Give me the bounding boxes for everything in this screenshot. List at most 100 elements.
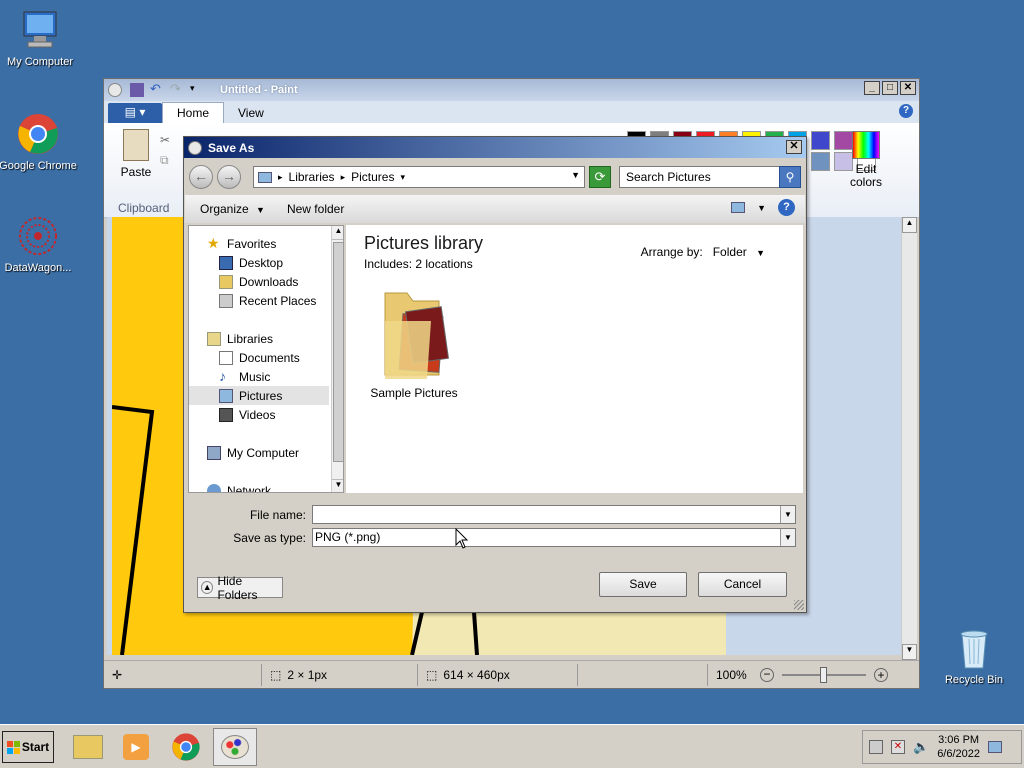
crosshair-icon: ✛ [112, 667, 123, 682]
nav-documents[interactable]: Documents [219, 348, 300, 367]
canvas-vertical-scrollbar[interactable]: ▲ ▼ [901, 217, 917, 660]
system-tray: ✕ 🔈 3:06 PM 6/6/2022 [862, 730, 1022, 764]
file-list-pane[interactable]: Pictures library Includes: 2 locations A… [346, 225, 803, 493]
folder-sample-pictures[interactable]: Sample Pictures [370, 287, 458, 400]
paste-label: Paste [120, 165, 152, 179]
arrange-dropdown[interactable]: Folder ▼ [713, 245, 765, 259]
nav-videos[interactable]: Videos [219, 405, 275, 424]
selection-icon: ⬚ [270, 667, 282, 682]
view-dropdown-icon[interactable]: ▼ [757, 203, 766, 213]
desktop-icon-chrome[interactable]: Google Chrome [0, 112, 78, 172]
nav-music[interactable]: ♪ Music [219, 367, 270, 386]
nav-scrollbar[interactable]: ▲ ▼ [331, 226, 343, 492]
desktop-icon-recycle-bin[interactable]: Recycle Bin [934, 626, 1014, 686]
taskbar-media-player[interactable]: ▶ [114, 728, 158, 766]
taskbar-paint[interactable] [213, 728, 257, 766]
search-icon[interactable]: ⚲ [779, 166, 801, 188]
arrange-value: Folder [712, 245, 747, 259]
help-icon[interactable]: ? [899, 104, 913, 118]
scroll-down-arrow[interactable]: ▼ [332, 479, 343, 492]
color-swatch[interactable] [811, 152, 830, 171]
forward-button[interactable]: → [217, 165, 241, 189]
nav-my-computer[interactable]: My Computer [207, 443, 299, 462]
breadcrumb-separator-icon[interactable]: ▸ [341, 172, 346, 183]
libraries-icon [207, 331, 221, 346]
view-options-icon[interactable] [731, 202, 746, 213]
nav-libraries[interactable]: Libraries [207, 329, 273, 348]
network-icon [207, 483, 221, 492]
nav-favorites[interactable]: ★ Favorites [207, 234, 276, 253]
zoom-in-button[interactable]: + [874, 667, 888, 682]
scroll-thumb[interactable] [333, 242, 343, 462]
breadcrumb-pictures[interactable]: Pictures [351, 170, 394, 184]
maximize-button[interactable]: □ [882, 81, 898, 95]
volume-icon[interactable]: 🔈 [913, 739, 929, 755]
copy-icon[interactable]: ⧉ [160, 153, 169, 168]
back-button[interactable]: ← [189, 165, 213, 189]
nav-recent-places[interactable]: Recent Places [219, 291, 316, 310]
breadcrumb-libraries[interactable]: Libraries [289, 170, 335, 184]
chevron-down-icon[interactable]: ▼ [780, 506, 795, 523]
taskbar-explorer[interactable] [66, 728, 110, 766]
edit-colors-button[interactable]: Edit colors [848, 131, 884, 189]
nav-label: Documents [239, 350, 300, 365]
hide-folders-label: Hide Folders [217, 573, 258, 602]
clock[interactable]: 3:06 PM 6/6/2022 [937, 733, 980, 761]
scroll-up-arrow[interactable]: ▲ [332, 226, 343, 240]
search-input[interactable]: Search Pictures ⚲ [619, 166, 801, 188]
file-name-input[interactable]: ▼ [312, 505, 796, 524]
refresh-button[interactable]: ⟳ [589, 166, 611, 188]
nav-downloads[interactable]: Downloads [219, 272, 298, 291]
taskbar-chrome[interactable] [164, 728, 208, 766]
redo-icon[interactable]: ↷ [170, 82, 184, 97]
scroll-down-arrow[interactable]: ▼ [902, 644, 917, 660]
nav-pictures[interactable]: Pictures [189, 386, 329, 405]
tab-view[interactable]: View [224, 103, 278, 123]
close-button[interactable]: ✕ [900, 81, 916, 95]
hide-folders-button[interactable]: ▲ Hide Folders [197, 574, 283, 602]
save-quick-icon[interactable] [130, 83, 144, 97]
save-button[interactable]: Save [599, 572, 687, 597]
nav-desktop[interactable]: Desktop [219, 253, 283, 272]
new-folder-button[interactable]: New folder [287, 202, 344, 216]
address-bar[interactable]: ▸ Libraries ▸ Pictures ▾ ▼ [253, 166, 585, 188]
clipboard-icon [123, 129, 149, 161]
breadcrumb-separator-icon[interactable]: ▾ [400, 172, 405, 183]
show-desktop-icon[interactable] [988, 741, 1003, 753]
resize-grip-icon[interactable] [794, 600, 804, 610]
desktop-icon-datawagon[interactable]: DataWagon... [0, 214, 78, 274]
paste-button[interactable]: Paste [116, 129, 156, 179]
chevron-down-icon[interactable]: ▼ [780, 529, 795, 546]
dialog-close-button[interactable]: ✕ [786, 140, 802, 154]
address-dropdown-icon[interactable]: ▼ [571, 170, 580, 180]
paint-app-icon[interactable] [108, 83, 122, 97]
paint-menu-button[interactable]: ▤ ▾ [108, 103, 162, 123]
clipboard-group-label: Clipboard [118, 201, 170, 215]
ribbon-tabs: ▤ ▾ Home View ? [104, 101, 919, 123]
minimize-button[interactable]: _ [864, 81, 880, 95]
save-type-select[interactable]: PNG (*.png) ▼ [312, 528, 796, 547]
paint-statusbar: ✛ ⬚ 2 × 1px ⬚ 614 × 460px 100% − + [104, 660, 919, 688]
organize-button[interactable]: Organize ▼ [200, 202, 265, 216]
help-icon[interactable]: ? [778, 199, 795, 216]
scroll-up-arrow[interactable]: ▲ [902, 217, 917, 233]
zoom-slider[interactable] [782, 666, 866, 683]
zoom-out-button[interactable]: − [760, 667, 774, 682]
color-swatch[interactable] [811, 131, 830, 150]
address-bar-row: ← → ▸ Libraries ▸ Pictures ▾ ▼ ⟳ Search … [189, 164, 801, 190]
nav-network[interactable]: Network [207, 481, 271, 492]
customize-qa-icon[interactable]: ▾ [190, 83, 204, 97]
network-status-icon[interactable]: ✕ [891, 740, 905, 754]
undo-icon[interactable]: ↶ [150, 82, 164, 97]
action-center-icon[interactable] [869, 740, 883, 754]
cancel-button[interactable]: Cancel [698, 572, 787, 597]
zoom-slider-thumb[interactable] [820, 666, 827, 683]
start-button[interactable]: Start [2, 731, 54, 763]
folder-icon [73, 735, 103, 759]
cut-icon[interactable]: ✂ [160, 133, 170, 147]
breadcrumb-separator-icon[interactable]: ▸ [278, 172, 283, 183]
tab-home[interactable]: Home [162, 102, 225, 123]
desktop-icon-my-computer[interactable]: My Computer [0, 8, 80, 68]
canvas-size: 614 × 460px [443, 667, 510, 682]
desktop-icon-label: Recycle Bin [944, 674, 1004, 686]
